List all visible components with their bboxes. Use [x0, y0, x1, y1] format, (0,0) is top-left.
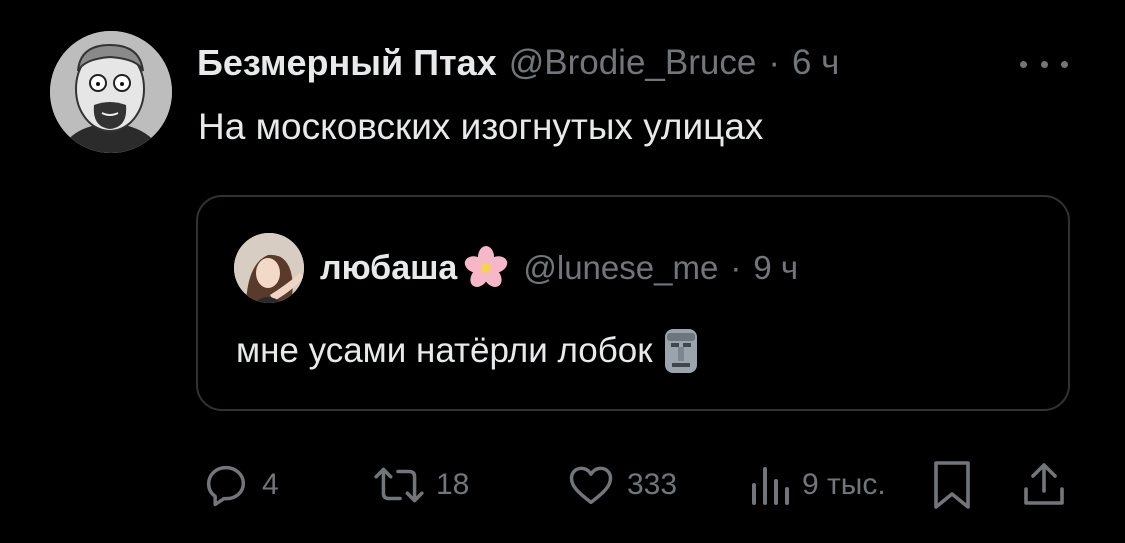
quoted-tweet-text: мне усами натёрли лобок — [236, 331, 653, 370]
more-dot — [1040, 60, 1048, 68]
share-icon — [1024, 463, 1064, 505]
tweet-text: На московских изогнутых улицах — [198, 106, 764, 147]
separator-dot: · — [730, 249, 742, 286]
reply-button[interactable]: 4 — [200, 455, 279, 515]
quoted-author-handle[interactable]: @lunese_me — [523, 249, 718, 287]
quoted-tweet-header: любаша @lunese_me · 9 ч — [320, 245, 798, 291]
more-dot — [1061, 60, 1068, 68]
moai-icon — [664, 329, 697, 373]
share-button[interactable] — [1020, 455, 1068, 515]
quoted-tweet-text-row: мне усами натёрли лобок — [236, 327, 701, 375]
heart-icon — [569, 466, 613, 505]
reply-icon — [206, 465, 246, 507]
cherry-blossom-icon — [465, 246, 508, 287]
bookmark-button[interactable] — [930, 455, 974, 515]
more-dots-icon[interactable] — [1020, 58, 1068, 70]
quoted-author-avatar[interactable] — [234, 233, 304, 303]
repost-button[interactable]: 18 — [372, 455, 469, 515]
like-count: 333 — [627, 468, 678, 501]
action-bar: 4 18 333 9 тыс. — [0, 455, 1125, 515]
repost-count: 18 — [436, 468, 470, 501]
tweet-header: Безмерный Птах @Brodie_Bruce · 6 ч — [197, 38, 839, 88]
repost-icon — [374, 467, 424, 503]
quoted-author-name[interactable]: любаша — [320, 249, 457, 288]
author-name[interactable]: Безмерный Птах — [197, 42, 497, 84]
like-button[interactable]: 333 — [565, 455, 677, 515]
author-handle[interactable]: @Brodie_Bruce — [509, 43, 757, 83]
bookmark-icon — [934, 461, 970, 509]
views-count: 9 тыс. — [802, 468, 886, 501]
views-chart-icon — [752, 467, 789, 505]
more-dot — [1020, 60, 1027, 68]
separator-dot: · — [768, 43, 780, 82]
quoted-tweet-card[interactable]: любаша @lunese_me · 9 ч мне усами натёрл… — [196, 195, 1070, 411]
tweet-time[interactable]: 6 ч — [792, 43, 839, 83]
reply-count: 4 — [262, 468, 279, 501]
views-button[interactable]: 9 тыс. — [748, 455, 886, 515]
quoted-tweet-time[interactable]: 9 ч — [753, 249, 798, 287]
author-avatar[interactable] — [50, 31, 172, 153]
